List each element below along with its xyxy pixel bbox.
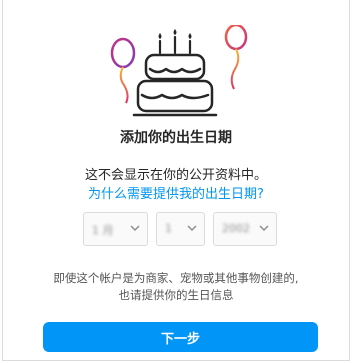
page-title: 添加你的出生日期 [120,130,232,146]
chevron-down-icon [187,225,197,232]
birthday-cake-with-balloons-icon [110,25,248,117]
why-birthday-link[interactable]: 为什么需要提供我的出生日期? [3,183,349,202]
day-select[interactable]: 1 [156,212,205,246]
month-select[interactable]: 1 月 [83,212,148,246]
day-value: 1 [165,222,172,235]
privacy-subtitle: 这不会显示在你的公开资料中。 [84,168,267,183]
year-value: 2002 [222,222,250,235]
birthday-dialog: 添加你的出生日期 这不会显示在你的公开资料中。 为什么需要提供我的出生日期? 1… [2,0,350,361]
note-line-2: 也请提供你的生日信息 [118,288,234,302]
month-value: 1 月 [92,224,114,237]
chevron-down-icon [259,225,269,232]
year-select[interactable]: 2002 [213,212,277,246]
chevron-down-icon [130,225,140,232]
birthday-note: 即使这个帐户是为商家、宠物或其他事物创建的, 也请提供你的生日信息 [23,270,329,304]
next-button[interactable]: 下一步 [43,322,318,352]
note-line-1: 即使这个帐户是为商家、宠物或其他事物创建的, [53,271,299,285]
